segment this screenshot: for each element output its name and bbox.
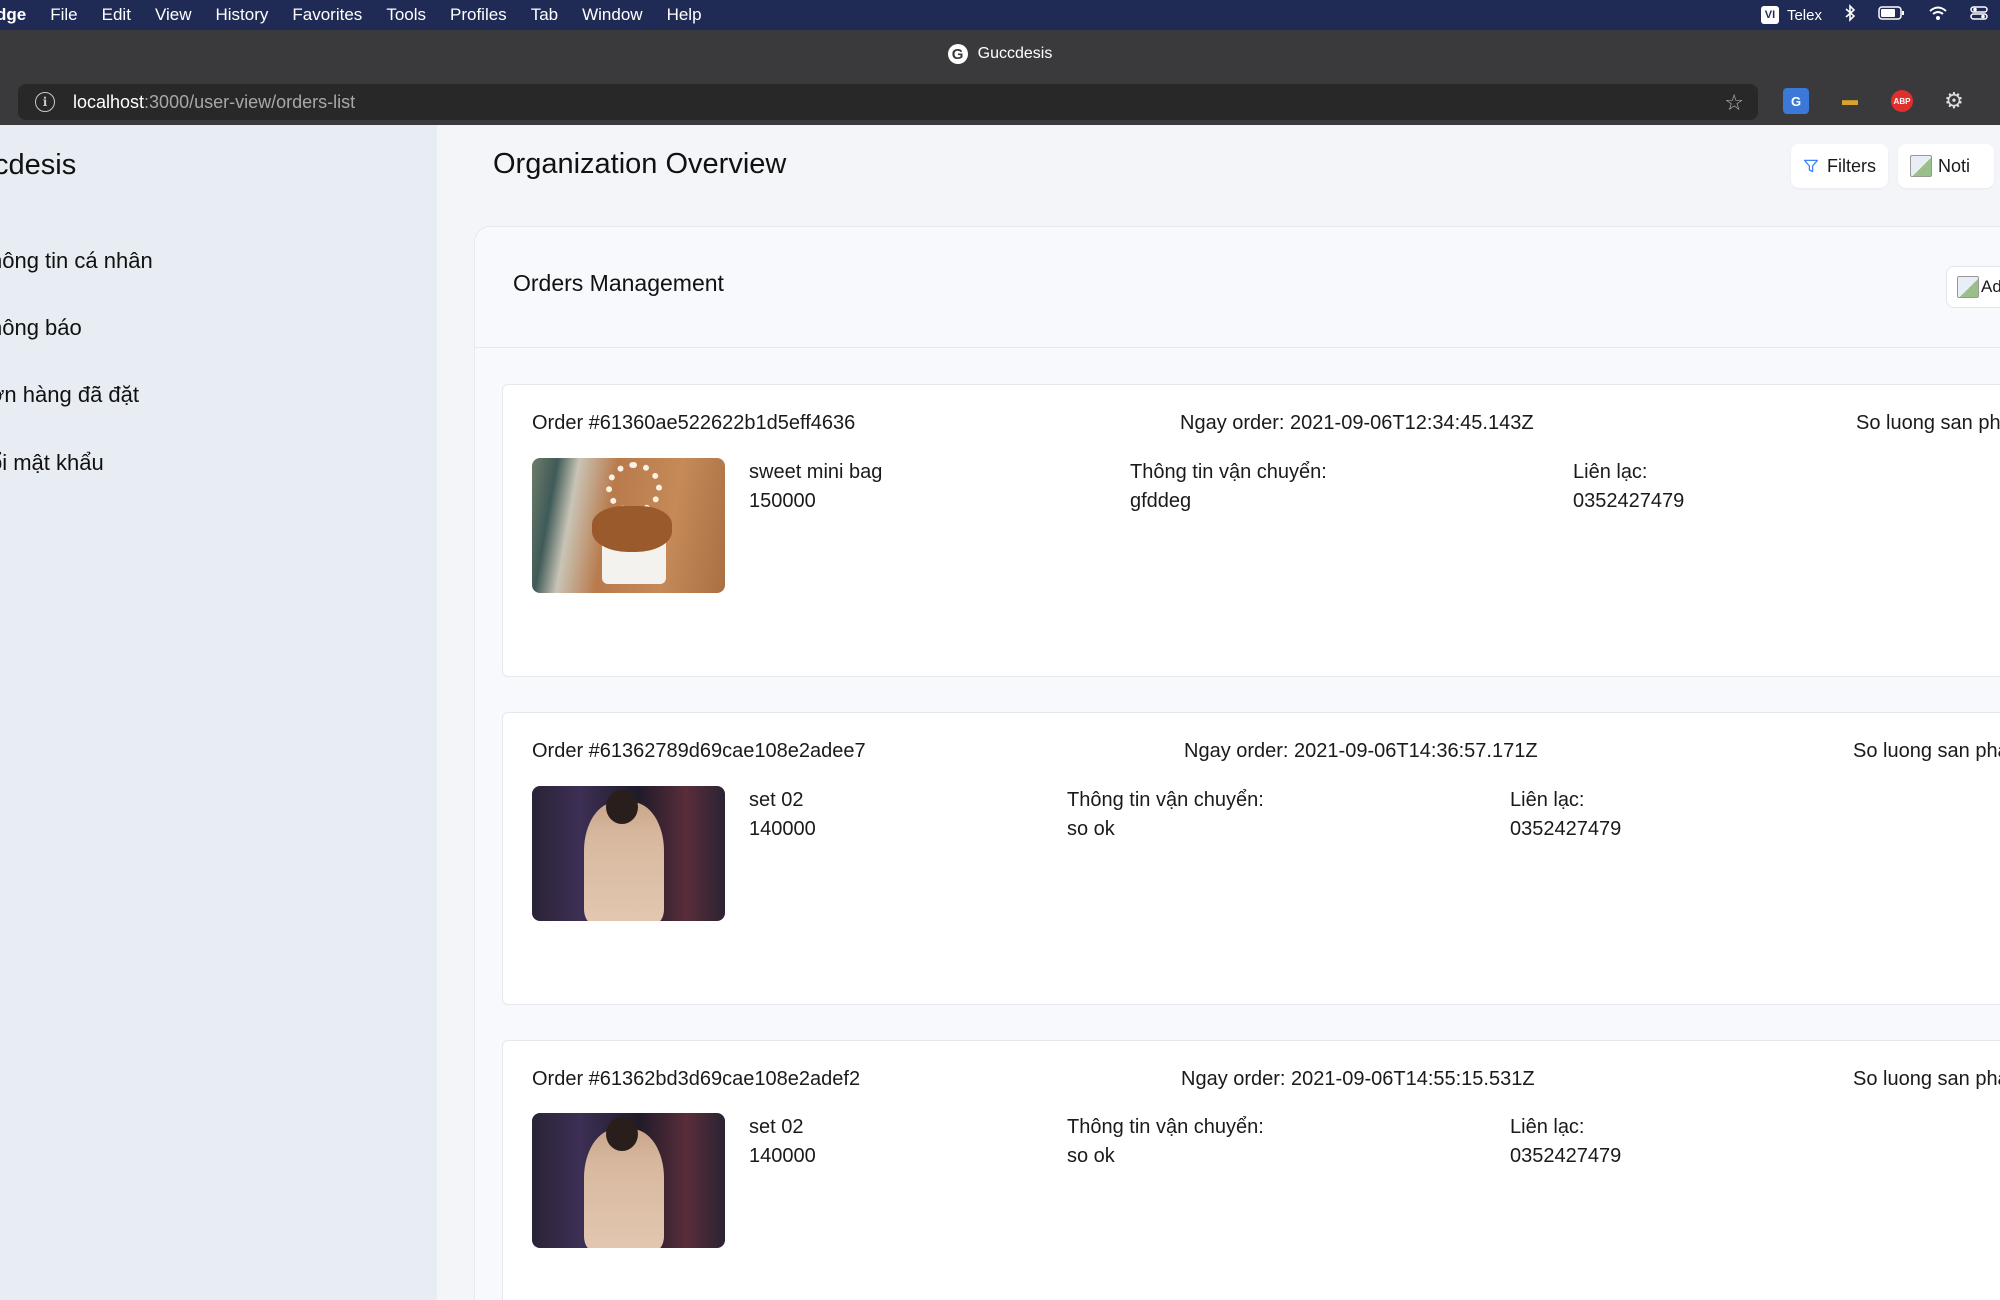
filter-icon [1803,159,1819,173]
shipping-value: gfddeg [1130,490,1192,512]
shipping-value: so ok [1067,1145,1115,1167]
product-name: sweet mini bag [749,461,883,483]
translate-extension-icon[interactable]: G [1783,88,1809,114]
brand-logo-text[interactable]: cdesis [0,149,76,182]
site-favicon-icon: G [947,44,968,64]
address-bar[interactable]: i localhost:3000/user-view/orders-list ☆ [18,84,1758,120]
bluetooth-icon[interactable] [1844,3,1856,27]
sidebar-item-orders[interactable]: ơn hàng đã đặt [0,382,139,408]
broken-image-icon [1910,155,1932,177]
macos-menu-bar: dge File Edit View History Favorites Too… [0,0,2000,30]
filters-button[interactable]: Filters [1791,144,1888,188]
page-title: Organization Overview [493,148,787,180]
add-favorite-icon[interactable]: ☆ [1724,90,1744,116]
menu-favorites[interactable]: Favorites [292,5,362,25]
product-name: set 02 [749,1116,804,1138]
order-id: Order #61360ae522622b1d5eff4636 [532,412,856,434]
order-date: Ngay order: 2021-09-06T14:55:15.531Z [1181,1068,1535,1090]
site-info-icon[interactable]: i [35,92,55,112]
menu-edit[interactable]: Edit [102,5,131,25]
input-method-label: Telex [1786,6,1822,24]
url-path: :3000/user-view/orders-list [144,91,356,112]
url-host: localhost [73,91,145,112]
filters-label: Filters [1827,155,1876,176]
order-date: Ngay order: 2021-09-06T14:36:57.171Z [1184,740,1538,762]
product-image[interactable] [532,458,725,593]
order-quantity-label: So luong san pha [1856,412,2000,434]
keyboard-icon: VI [1760,6,1779,24]
contact-label: Liên lạc: [1510,789,1585,811]
control-center-icon[interactable] [1970,5,1988,26]
menu-tab[interactable]: Tab [531,5,558,25]
shipping-value: so ok [1067,818,1115,840]
product-image[interactable] [532,1113,725,1248]
browser-toolbar: i localhost:3000/user-view/orders-list ☆… [0,78,2000,125]
window-title: Guccdesis [977,45,1053,62]
menu-window[interactable]: Window [582,5,642,25]
honey-extension-icon[interactable]: ▬ [1837,88,1863,114]
shipping-label: Thông tin vận chuyển: [1067,789,1264,811]
menu-profiles[interactable]: Profiles [450,5,507,25]
contact-value: 0352427479 [1510,1145,1622,1167]
extensions-puzzle-icon[interactable]: ⚙ [1941,88,1967,114]
product-name: set 02 [749,789,804,811]
sidebar: cdesis hông tin cá nhân hông báo ơn hàng… [0,125,437,1300]
notifications-button[interactable]: Noti [1898,144,1994,188]
wifi-icon[interactable] [1928,5,1948,26]
order-quantity-label: So luong san pha [1853,1068,2000,1090]
contact-value: 0352427479 [1510,818,1622,840]
sidebar-item-notifications[interactable]: hông báo [0,315,82,341]
sidebar-item-personal-info[interactable]: hông tin cá nhân [0,248,153,274]
battery-icon[interactable] [1878,5,1906,25]
extension-bar: G ▬ ABP ⚙ [1783,88,1967,114]
panel-divider [474,347,2000,348]
menu-help[interactable]: Help [667,5,702,25]
add-order-label: Ad [1981,277,2000,296]
menu-history[interactable]: History [215,5,268,25]
input-method-indicator[interactable]: VI Telex [1760,6,1822,24]
order-id: Order #61362bd3d69cae108e2adef2 [532,1068,861,1090]
menu-tools[interactable]: Tools [386,5,426,25]
product-price: 140000 [749,818,816,840]
broken-image-icon [1957,276,1979,298]
product-price: 150000 [749,490,816,512]
notifications-label: Noti [1938,155,1971,176]
adblock-extension-icon[interactable]: ABP [1891,90,1913,112]
menu-file[interactable]: File [50,5,77,25]
menu-view[interactable]: View [155,5,192,25]
orders-panel-title: Orders Management [513,270,724,296]
shipping-label: Thông tin vận chuyển: [1067,1116,1264,1138]
menu-app-name[interactable]: dge [0,5,26,25]
contact-label: Liên lạc: [1573,461,1648,483]
contact-label: Liên lạc: [1510,1116,1585,1138]
add-order-button[interactable]: Ad [1946,266,2000,308]
product-image[interactable] [532,786,725,921]
status-area: VI Telex [1760,0,1988,30]
shipping-label: Thông tin vận chuyển: [1130,461,1327,483]
product-price: 140000 [749,1145,816,1167]
order-id: Order #61362789d69cae108e2adee7 [532,740,866,762]
sidebar-item-change-password[interactable]: ổi mật khẩu [0,450,104,476]
browser-title-bar: G Guccdesis [0,30,2000,78]
contact-value: 0352427479 [1573,490,1685,512]
order-date: Ngay order: 2021-09-06T12:34:45.143Z [1180,412,1534,434]
order-quantity-label: So luong san pha [1853,740,2000,762]
